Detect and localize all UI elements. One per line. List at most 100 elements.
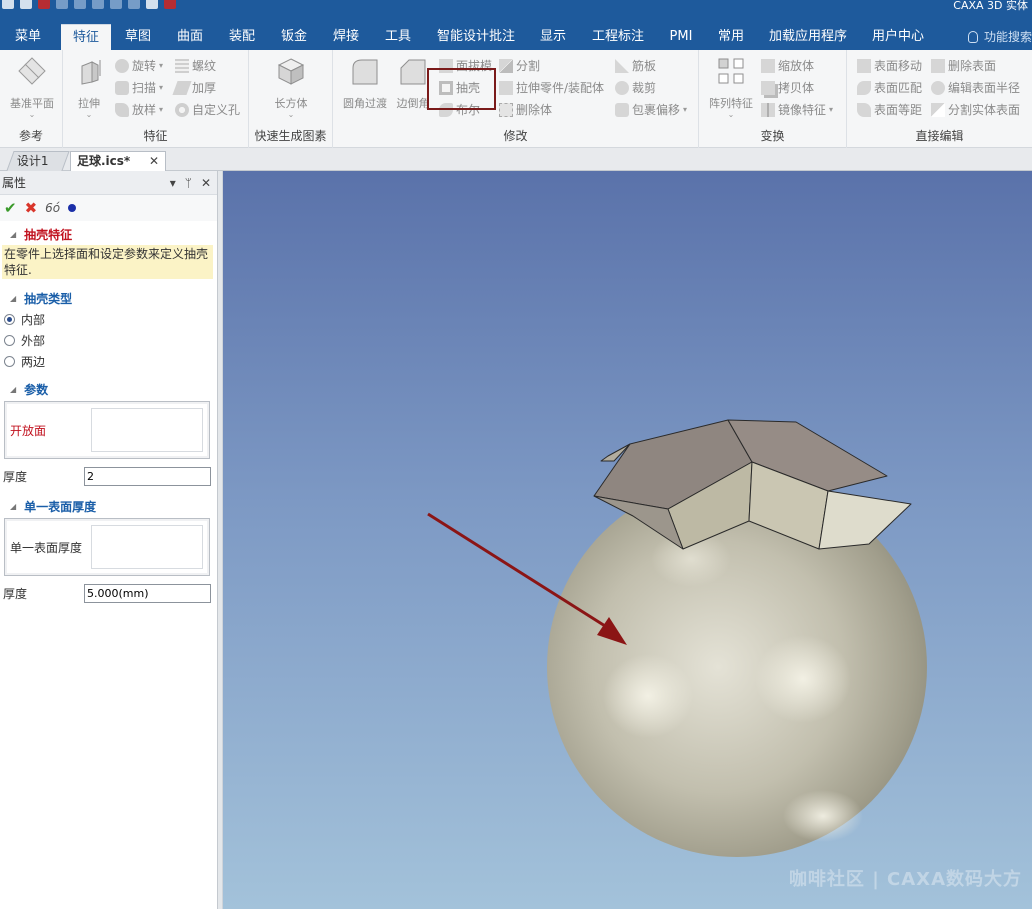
- thicken-button[interactable]: 加厚: [172, 78, 216, 98]
- group-direct-edit-label: 直接编辑: [915, 129, 964, 143]
- revolve-icon: [115, 59, 129, 73]
- single-face-selector[interactable]: 单一表面厚度: [4, 518, 210, 576]
- single-thickness-input[interactable]: [84, 583, 211, 603]
- delete-body-button[interactable]: 删除体: [499, 100, 552, 120]
- doc-tab-football[interactable]: 足球.ics* ✕: [70, 151, 166, 171]
- thicken-icon: [172, 81, 192, 95]
- tab-user-center[interactable]: 用户中心: [866, 24, 930, 50]
- single-face-list[interactable]: [91, 525, 203, 569]
- tab-tools[interactable]: 工具: [378, 24, 418, 50]
- section-shell-feature[interactable]: ◢ 抽壳特征: [0, 223, 217, 245]
- wrap-offset-button[interactable]: 包裹偏移 ▾: [615, 100, 687, 120]
- scale-icon: [761, 59, 775, 73]
- preview-glasses-icon[interactable]: 6ó: [45, 201, 60, 215]
- thickness-input[interactable]: [84, 466, 211, 486]
- tab-smart-annotation[interactable]: 智能设计批注: [430, 24, 522, 50]
- tab-assembly[interactable]: 装配: [222, 24, 262, 50]
- copy-body-button[interactable]: 拷贝体: [761, 78, 814, 98]
- doc-tab-design1[interactable]: 设计1: [6, 151, 70, 171]
- mirror-icon: [761, 103, 775, 117]
- fillet-button[interactable]: 圆角过渡: [339, 56, 391, 111]
- scale-body-button[interactable]: 缩放体: [761, 56, 814, 76]
- tab-feature[interactable]: 特征: [61, 24, 111, 50]
- group-feature-label: 特征: [143, 129, 168, 143]
- section-shell-type[interactable]: ◢ 抽壳类型: [0, 287, 217, 309]
- chamfer-icon: [400, 59, 426, 85]
- apply-dot-icon[interactable]: [68, 204, 77, 212]
- split-face-button[interactable]: 分割实体表面: [931, 100, 1020, 120]
- mirror-feature-button[interactable]: 镜像特征 ▾: [761, 100, 833, 120]
- quick-access-toolbar: [2, 0, 176, 9]
- open-face-list[interactable]: [91, 408, 203, 452]
- radio-inner[interactable]: 内部: [0, 309, 217, 330]
- loft-button[interactable]: 放样 ▾: [115, 100, 163, 120]
- pin-icon[interactable]: ᛘ: [185, 176, 192, 190]
- open-file-icon[interactable]: [38, 0, 50, 9]
- face-match-button[interactable]: 表面匹配: [857, 78, 922, 98]
- tab-pmi[interactable]: PMI: [662, 24, 700, 50]
- revolve-button[interactable]: 旋转 ▾: [115, 56, 163, 76]
- app-logo-icon[interactable]: [2, 0, 14, 9]
- lightbulb-icon: [967, 31, 978, 43]
- extrude-button[interactable]: 拉伸 ⌄: [71, 56, 107, 119]
- stretch-part-button[interactable]: 拉伸零件/装配体: [499, 78, 604, 98]
- pattern-button[interactable]: 阵列特征 ⌄: [705, 56, 757, 119]
- tab-menu[interactable]: 菜单: [6, 24, 50, 50]
- document-tab-bar: 设计1 足球.ics* ✕: [0, 148, 1032, 171]
- tab-load-apps[interactable]: 加载应用程序: [766, 24, 850, 50]
- face-move-button[interactable]: 表面移动: [857, 56, 922, 76]
- box-button[interactable]: 长方体 ⌄: [265, 56, 317, 119]
- new-file-icon[interactable]: [20, 0, 32, 9]
- collapse-triangle-icon: ◢: [10, 501, 17, 511]
- collapse-triangle-icon: ◢: [10, 384, 17, 394]
- close-panel-icon[interactable]: ✕: [201, 176, 211, 190]
- save-icon[interactable]: [56, 0, 68, 9]
- split-button[interactable]: 分割: [499, 56, 540, 76]
- radio-button[interactable]: [4, 335, 15, 346]
- custom-hole-button[interactable]: 自定义孔: [175, 100, 240, 120]
- panel-actions: ✔ ✖ 6ó: [0, 195, 217, 221]
- title-bar: CAXA 3D 实体: [0, 0, 1032, 12]
- radio-button-selected[interactable]: [4, 314, 15, 325]
- redo-icon[interactable]: [110, 0, 122, 9]
- close-tab-icon[interactable]: ✕: [149, 152, 159, 171]
- group-transform: 阵列特征 ⌄ 缩放体 拷贝体 镜像特征 ▾ 变换: [699, 50, 847, 148]
- cancel-x-icon[interactable]: ✖: [25, 199, 38, 217]
- confirm-check-icon[interactable]: ✔: [4, 199, 17, 217]
- help-icon[interactable]: [164, 0, 176, 9]
- render-icon[interactable]: [128, 0, 140, 9]
- radio-button[interactable]: [4, 356, 15, 367]
- tab-surface[interactable]: 曲面: [170, 24, 210, 50]
- tab-engineering-dimension[interactable]: 工程标注: [588, 24, 648, 50]
- sweep-button[interactable]: 扫描 ▾: [115, 78, 163, 98]
- edit-face-radius-button[interactable]: 编辑表面半径: [931, 78, 1020, 98]
- extrude-icon: [81, 60, 101, 85]
- cube-icon: [277, 58, 305, 85]
- undo-icon[interactable]: [92, 0, 104, 9]
- thread-button[interactable]: 螺纹: [175, 56, 216, 76]
- trim-button[interactable]: 裁剪: [615, 78, 656, 98]
- section-params[interactable]: ◢ 参数: [0, 378, 217, 400]
- tab-common[interactable]: 常用: [711, 24, 751, 50]
- radio-both[interactable]: 两边: [0, 351, 217, 372]
- thickness-label: 厚度: [3, 469, 28, 484]
- print-icon[interactable]: [74, 0, 86, 9]
- grid-icon[interactable]: [146, 0, 158, 9]
- tab-display[interactable]: 显示: [533, 24, 573, 50]
- feature-search[interactable]: 功能搜索: [967, 24, 1032, 50]
- face-equidistant-button[interactable]: 表面等距: [857, 100, 922, 120]
- rib-button[interactable]: 筋板: [615, 56, 656, 76]
- group-modify-label: 修改: [503, 129, 528, 143]
- 3d-viewport[interactable]: 咖啡社区 | CAXA数码大方: [223, 171, 1032, 909]
- base-plane-button[interactable]: 基准平面 ⌄: [4, 56, 60, 119]
- tab-sketch[interactable]: 草图: [118, 24, 158, 50]
- delete-face-button[interactable]: 删除表面: [931, 56, 996, 76]
- tab-sheet-metal[interactable]: 钣金: [274, 24, 314, 50]
- radio-outer[interactable]: 外部: [0, 330, 217, 351]
- tab-weld[interactable]: 焊接: [326, 24, 366, 50]
- panel-dropdown-icon[interactable]: ▾: [170, 176, 176, 190]
- thickness-row: 厚度: [0, 463, 217, 489]
- section-single-thickness[interactable]: ◢ 单一表面厚度: [0, 495, 217, 517]
- open-face-label: 开放面: [10, 423, 47, 438]
- open-face-selector[interactable]: 开放面: [4, 401, 210, 459]
